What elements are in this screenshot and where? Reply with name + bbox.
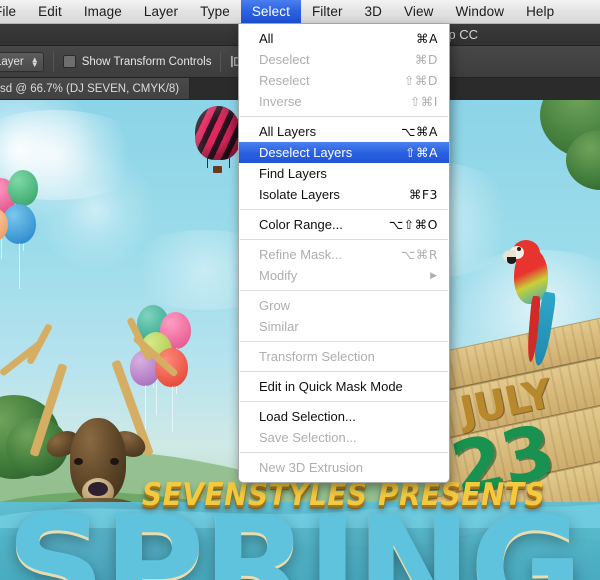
menu-item-label: Reselect bbox=[259, 73, 310, 88]
menu-help[interactable]: Help bbox=[515, 0, 565, 23]
menu-item-grow: Grow bbox=[239, 295, 449, 316]
menu-item-isolate-layers[interactable]: Isolate Layers ⌘F3 bbox=[239, 184, 449, 205]
hot-air-balloon-rope-left bbox=[207, 158, 208, 168]
menu-item-label: All Layers bbox=[259, 124, 317, 139]
menu-view[interactable]: View bbox=[393, 0, 444, 23]
menu-item-label: Deselect Layers bbox=[259, 145, 353, 160]
options-divider-1 bbox=[52, 51, 54, 72]
menu-item-all[interactable]: All ⌘A bbox=[239, 28, 449, 49]
document-tab-label: sd @ 66.7% (DJ SEVEN, CMYK/8) bbox=[0, 82, 180, 95]
show-transform-controls-checkbox[interactable] bbox=[62, 55, 76, 68]
menu-item-shortcut: ⌘D bbox=[414, 52, 438, 67]
menu-edit-label: Edit bbox=[38, 4, 62, 19]
menu-item-shortcut: ⌥⌘A bbox=[401, 124, 438, 139]
menu-layer[interactable]: Layer bbox=[133, 0, 189, 23]
deer-eye-right bbox=[110, 458, 119, 465]
menu-item-label: Modify bbox=[259, 268, 298, 283]
options-divider-2 bbox=[220, 51, 222, 72]
menu-filter[interactable]: Filter bbox=[301, 0, 354, 23]
menu-type-label: Type bbox=[200, 4, 230, 19]
menu-layer-label: Layer bbox=[143, 4, 179, 19]
menu-item-reselect: Reselect ⇧⌘D bbox=[239, 70, 449, 91]
menu-view-label: View bbox=[404, 4, 434, 19]
document-tab[interactable]: sd @ 66.7% (DJ SEVEN, CMYK/8) bbox=[0, 78, 191, 100]
menu-3d[interactable]: 3D bbox=[354, 0, 393, 23]
chevron-right-icon: ▶ bbox=[430, 270, 437, 280]
parrot-eye bbox=[517, 247, 521, 251]
menu-file-label: File bbox=[0, 4, 17, 19]
menu-item-find-layers[interactable]: Find Layers bbox=[239, 163, 449, 184]
menu-window-label: Window bbox=[455, 4, 505, 19]
menu-item-all-layers[interactable]: All Layers ⌥⌘A bbox=[239, 121, 449, 142]
menu-item-label: Deselect bbox=[259, 52, 310, 67]
menu-item-transform-selection: Transform Selection bbox=[239, 346, 449, 367]
menu-file[interactable]: File bbox=[0, 0, 27, 23]
menu-filter-label: Filter bbox=[311, 4, 343, 19]
menu-item-label: Find Layers bbox=[259, 166, 327, 181]
menu-help-label: Help bbox=[526, 4, 555, 19]
menu-bar: File Edit Image Layer Type Select Filter… bbox=[0, 0, 600, 24]
show-transform-controls-row[interactable]: Show Transform Controls bbox=[62, 55, 212, 68]
menu-3d-label: 3D bbox=[364, 4, 383, 19]
menu-separator bbox=[240, 239, 448, 240]
menu-item-label: Load Selection... bbox=[259, 409, 356, 424]
menu-separator bbox=[240, 371, 448, 372]
show-transform-controls-label: Show Transform Controls bbox=[81, 55, 212, 68]
hot-air-balloon-rope-right bbox=[229, 158, 230, 168]
parrot-beak-lower bbox=[507, 257, 516, 264]
menu-item-label: Isolate Layers bbox=[259, 187, 340, 202]
menu-item-load-selection[interactable]: Load Selection... bbox=[239, 406, 449, 427]
menu-type[interactable]: Type bbox=[189, 0, 241, 23]
menu-item-inverse: Inverse ⇧⌘I bbox=[239, 91, 449, 112]
chevron-updown-icon: ▲ ▼ bbox=[30, 54, 39, 69]
menu-item-deselect: Deselect ⌘D bbox=[239, 49, 449, 70]
hot-air-balloon-basket bbox=[213, 166, 222, 173]
menu-item-edit-in-quick-mask-mode[interactable]: Edit in Quick Mask Mode bbox=[239, 376, 449, 397]
menu-select-label: Select bbox=[251, 4, 290, 19]
menu-separator bbox=[240, 116, 448, 117]
balloon-green-left bbox=[8, 170, 38, 252]
menu-item-new-3d-extrusion: New 3D Extrusion bbox=[239, 457, 449, 478]
menu-item-shortcut: ⇧⌘I bbox=[409, 94, 438, 109]
menu-item-shortcut: ⇧⌘D bbox=[403, 73, 438, 88]
menu-edit[interactable]: Edit bbox=[27, 0, 73, 23]
menu-item-label: Refine Mask... bbox=[259, 247, 343, 262]
menu-separator bbox=[240, 209, 448, 210]
menu-item-label: Transform Selection bbox=[259, 349, 375, 364]
deer-eye-left bbox=[74, 458, 83, 465]
select-menu-dropdown[interactable]: All ⌘A Deselect ⌘D Reselect ⇧⌘D Inverse ⇧⌘I All … bbox=[238, 24, 450, 483]
menu-item-label: Grow bbox=[259, 298, 291, 313]
menu-item-similar: Similar bbox=[239, 316, 449, 337]
menu-item-label: Inverse bbox=[259, 94, 302, 109]
layer-select-dropdown[interactable]: Layer ▲▼ bbox=[0, 51, 44, 72]
menu-item-label: Save Selection... bbox=[259, 430, 357, 445]
menu-item-label: All bbox=[259, 31, 274, 46]
menu-item-color-range[interactable]: Color Range... ⌥⇧⌘O bbox=[239, 214, 449, 235]
menu-separator bbox=[240, 401, 448, 402]
menu-item-save-selection: Save Selection... bbox=[239, 427, 449, 448]
menu-window[interactable]: Window bbox=[444, 0, 515, 23]
layer-select-value: Layer bbox=[0, 55, 24, 68]
menu-item-modify: Modify ▶ bbox=[239, 265, 449, 286]
menu-item-label: Color Range... bbox=[259, 217, 343, 232]
menu-item-label: Similar bbox=[259, 319, 299, 334]
menu-separator bbox=[240, 290, 448, 291]
menu-item-label: Edit in Quick Mask Mode bbox=[259, 379, 403, 394]
menu-item-deselect-layers[interactable]: Deselect Layers ⇧⌘A bbox=[239, 142, 449, 163]
menu-item-shortcut: ⌥⌘R bbox=[400, 247, 438, 262]
menu-item-label: New 3D Extrusion bbox=[259, 460, 364, 475]
menu-item-shortcut: ⌘A bbox=[415, 31, 438, 46]
menu-item-shortcut: ⌥⇧⌘O bbox=[388, 217, 438, 232]
menu-item-shortcut: ⇧⌘A bbox=[404, 145, 438, 160]
menu-image-label: Image bbox=[83, 4, 122, 19]
menu-item-shortcut: ⌘F3 bbox=[408, 187, 438, 202]
menu-select[interactable]: Select bbox=[240, 0, 301, 23]
menu-separator bbox=[240, 452, 448, 453]
firework-sparkle-2 bbox=[35, 150, 155, 270]
menu-item-refine-mask: Refine Mask... ⌥⌘R bbox=[239, 244, 449, 265]
hot-air-balloon bbox=[195, 106, 241, 160]
menu-separator bbox=[240, 341, 448, 342]
menu-image[interactable]: Image bbox=[73, 0, 133, 23]
photoshop-window: otoshop CC Layer ▲▼ Show Transform Contr… bbox=[0, 0, 600, 580]
